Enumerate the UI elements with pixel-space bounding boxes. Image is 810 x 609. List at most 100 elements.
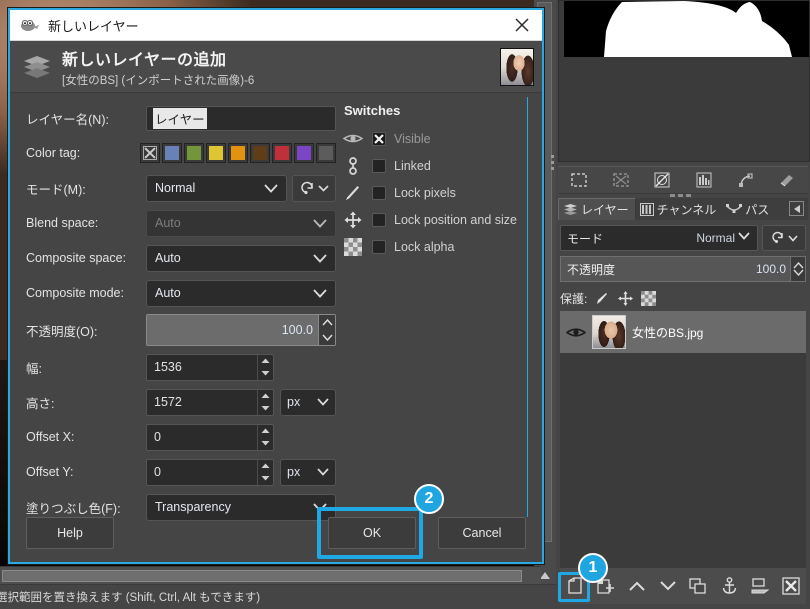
dock-opacity-stepper[interactable]	[790, 257, 805, 281]
duplicate-layer-button[interactable]	[683, 568, 714, 604]
stepper-down[interactable]	[319, 330, 335, 345]
merge-down-button[interactable]	[745, 568, 776, 604]
composite-space-select[interactable]: Auto	[146, 244, 336, 272]
help-button[interactable]: Help	[26, 517, 114, 549]
color-tag-yellow[interactable]	[206, 143, 226, 163]
switcher-selection-none-icon[interactable]	[600, 167, 642, 193]
field-label: 幅:	[26, 361, 42, 376]
stepper-up[interactable]	[258, 425, 273, 438]
dock-mode-select[interactable]: モード Normal	[560, 225, 758, 251]
switch-lock-pixels[interactable]: Lock pixels	[342, 179, 536, 206]
opacity-stepper[interactable]	[318, 315, 335, 345]
scrollbar-thumb[interactable]	[2, 570, 522, 582]
tab-channels[interactable]: チャンネル	[636, 198, 723, 220]
dock-drag-handle[interactable]	[551, 155, 555, 175]
duplicate-layer-icon	[689, 578, 707, 594]
opacity-spinner[interactable]: 100.0	[146, 314, 336, 346]
height-unit-select[interactable]: px	[280, 388, 336, 416]
field-label: Offset X:	[26, 430, 75, 444]
width-stepper[interactable]	[257, 354, 273, 380]
layer-list-empty-area[interactable]	[560, 353, 806, 553]
switch-checkbox[interactable]	[372, 185, 386, 200]
ok-button[interactable]: OK	[328, 517, 416, 549]
switcher-selection-icon[interactable]	[558, 167, 600, 193]
offset-y-unit-select[interactable]: px	[280, 458, 336, 486]
switcher-pointer-icon[interactable]	[641, 167, 683, 193]
tab-paths[interactable]: パス	[722, 198, 775, 220]
offset-x-stepper[interactable]	[257, 424, 273, 450]
stepper-up[interactable]	[258, 460, 273, 473]
switcher-histogram-icon[interactable]	[683, 167, 725, 193]
color-tag-blue[interactable]	[162, 143, 182, 163]
step-badge-1: 1	[578, 553, 608, 583]
color-tag-violet[interactable]	[294, 143, 314, 163]
stepper-up[interactable]	[258, 390, 273, 403]
switch-checkbox[interactable]	[372, 212, 386, 227]
width-spinner[interactable]: 1536	[146, 353, 274, 381]
offset-y-stepper[interactable]	[257, 459, 273, 485]
stepper-down[interactable]	[258, 472, 273, 485]
dock-mode-row: モード Normal	[560, 224, 806, 252]
reset-mode-button[interactable]	[292, 174, 336, 202]
switcher-undo-history-icon[interactable]	[766, 167, 808, 193]
dock-reset-mode-button[interactable]	[762, 225, 806, 251]
close-icon[interactable]	[508, 12, 536, 38]
stepper-down[interactable]	[258, 437, 273, 450]
layer-name: 女性のBS.jpg	[632, 325, 704, 340]
switch-label: Lock alpha	[394, 239, 455, 254]
raise-layer-button[interactable]	[622, 568, 653, 604]
unit-value: px	[287, 395, 301, 409]
dock-opacity-label: 不透明度	[567, 262, 616, 277]
layer-name-input[interactable]: レイヤー	[146, 105, 336, 131]
height-spinner[interactable]: 1572	[146, 388, 274, 416]
lower-layer-button[interactable]	[652, 568, 683, 604]
stepper-down[interactable]	[258, 402, 273, 415]
stepper-down[interactable]	[258, 367, 273, 380]
channels-icon	[639, 202, 654, 216]
cancel-button[interactable]: Cancel	[438, 517, 526, 549]
stepper-up[interactable]	[319, 315, 335, 330]
offset-x-spinner[interactable]: 0	[146, 423, 274, 451]
mode-select[interactable]: Normal	[146, 174, 287, 202]
color-tag-brown[interactable]	[250, 143, 270, 163]
switch-checkbox[interactable]	[372, 239, 386, 254]
height-stepper[interactable]	[257, 389, 273, 415]
chevron-down-icon	[261, 441, 270, 446]
color-tag-orange[interactable]	[228, 143, 248, 163]
dock-collapse-button[interactable]	[789, 201, 804, 216]
offset-y-spinner[interactable]: 0	[146, 458, 274, 486]
switch-checkbox[interactable]	[372, 158, 386, 173]
color-tag-gray[interactable]	[316, 143, 336, 163]
switch-lock-position-size[interactable]: Lock position and size	[342, 206, 536, 233]
tab-layers[interactable]: レイヤー	[558, 198, 636, 220]
switch-checkbox[interactable]	[372, 131, 386, 146]
close-icon	[781, 577, 800, 595]
chain-link-icon	[342, 156, 364, 175]
paintbrush-icon[interactable]	[595, 291, 610, 306]
checkerboard-icon[interactable]	[641, 290, 657, 306]
field-opacity: 不透明度(O): 100.0	[26, 313, 336, 347]
chevron-down-icon	[317, 468, 329, 476]
delete-layer-button[interactable]	[775, 568, 806, 604]
chevron-down-icon	[261, 476, 270, 481]
color-tag-red[interactable]	[272, 143, 292, 163]
switch-lock-alpha[interactable]: Lock alpha	[342, 233, 536, 260]
chevron-up-icon	[792, 262, 804, 269]
composite-mode-select[interactable]: Auto	[146, 279, 336, 307]
layer-visibility-toggle[interactable]	[566, 326, 586, 339]
color-tag-none[interactable]	[140, 143, 160, 163]
chevron-up-icon	[629, 581, 645, 591]
dock-opacity-spinner[interactable]: 不透明度 100.0	[560, 256, 806, 282]
color-tag-green[interactable]	[184, 143, 204, 163]
layer-list-item[interactable]: 女性のBS.jpg	[560, 311, 806, 353]
switcher-paths-icon[interactable]	[725, 167, 767, 193]
switch-visible[interactable]: Visible	[342, 125, 536, 152]
anchor-layer-button[interactable]	[714, 568, 745, 604]
canvas-horizontal-scrollbar[interactable]	[0, 566, 541, 584]
move-arrows-icon[interactable]	[618, 290, 634, 306]
dialog-titlebar[interactable]: 新しいレイヤー	[10, 10, 542, 41]
field-blend-space: Blend space: Auto	[26, 208, 336, 238]
switch-linked[interactable]: Linked	[342, 152, 536, 179]
image-thumbnail	[500, 47, 534, 86]
stepper-up[interactable]	[258, 355, 273, 368]
